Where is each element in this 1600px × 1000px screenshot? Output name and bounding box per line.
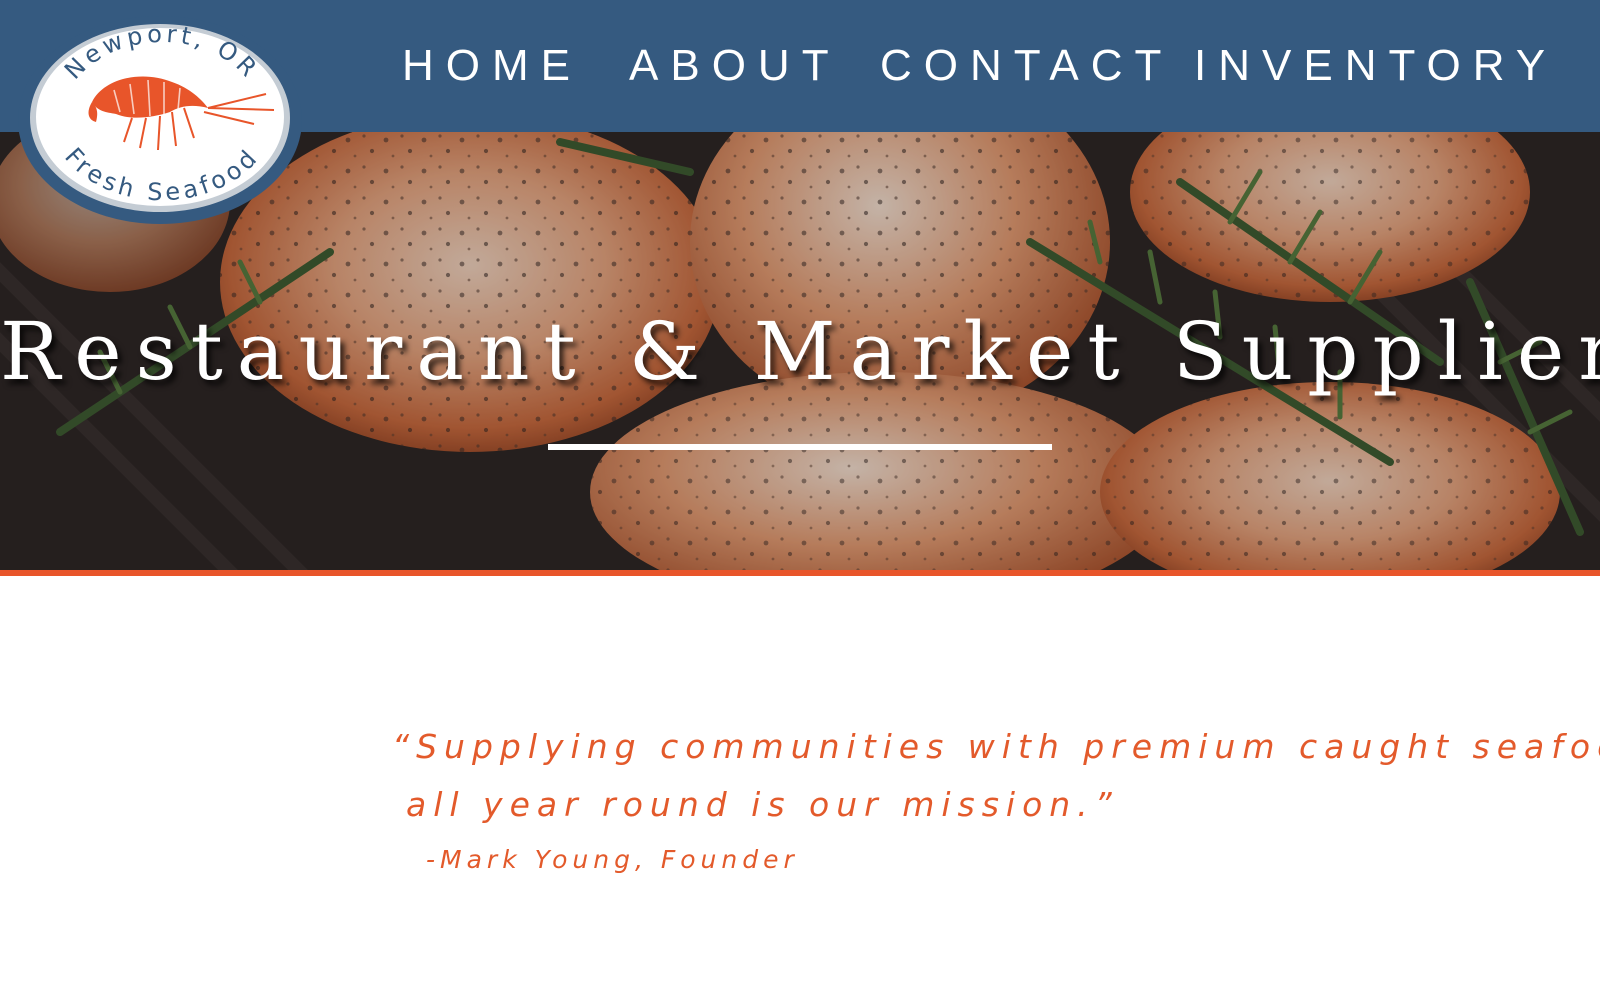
mission-quote-line-1: “Supplying communities with premium caug… [392, 727, 1600, 766]
quote-attribution: -Mark Young, Founder [426, 845, 799, 874]
nav-contact-link[interactable]: CONTACT [880, 38, 1173, 94]
nav-about-link[interactable]: ABOUT [629, 38, 841, 94]
nav-home-link[interactable]: HOME [402, 38, 582, 94]
nav-inventory-link[interactable]: INVENTORY [1194, 38, 1557, 94]
site-logo[interactable]: Newport, OR Fresh Seafood [12, 8, 302, 228]
mission-quote: “Supplying communities with premium caug… [392, 718, 1600, 834]
page: Restaurant & Market Supplier HOME ABOUT … [0, 0, 1600, 1000]
hero-bottom-border [0, 570, 1600, 576]
hero-title-underline [548, 444, 1052, 450]
mission-quote-line-2: all year round is our mission.” [406, 785, 1119, 824]
hero-title: Restaurant & Market Supplier [0, 305, 1600, 398]
